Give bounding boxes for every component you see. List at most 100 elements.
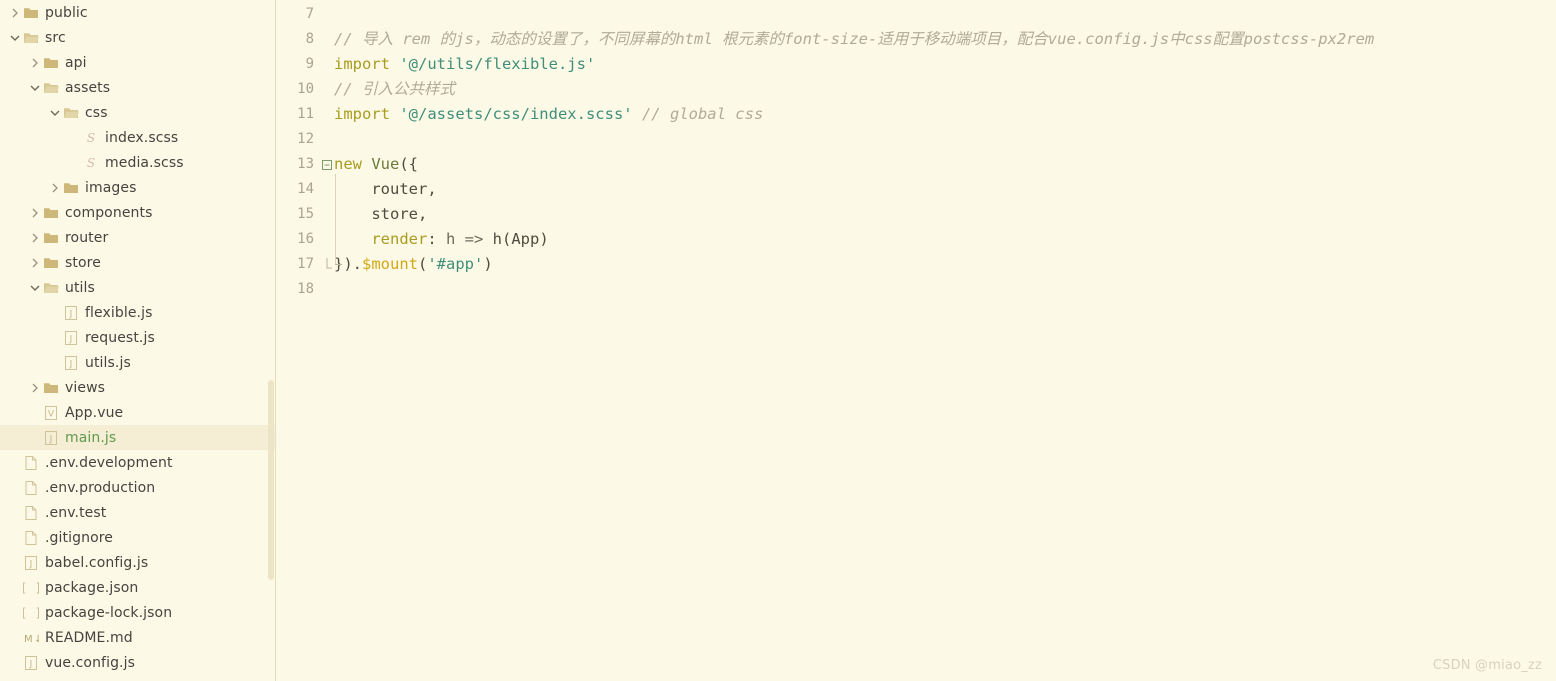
tree-item-package-json[interactable]: [ ] package.json (0, 575, 275, 600)
chevron-right-icon[interactable] (48, 175, 61, 200)
fold-gutter-empty (320, 77, 334, 102)
tree-item-label: components (65, 204, 153, 221)
sidebar-scrollbar-thumb[interactable] (268, 380, 274, 580)
folder-open-icon (41, 275, 60, 300)
tree-item-label: .env.test (45, 504, 107, 521)
code-token: new (334, 155, 372, 173)
tree-item-request-js[interactable]: Jrequest.js (0, 325, 275, 350)
code-token: render (371, 230, 428, 248)
code-line-text: render: h => h(App) (334, 227, 548, 252)
chevron-down-icon[interactable] (28, 75, 41, 100)
folder-open-icon (61, 100, 80, 125)
code-line[interactable]: 15 store, (276, 202, 1556, 227)
chevron-right-icon[interactable] (28, 225, 41, 250)
chevron-right-icon[interactable] (28, 250, 41, 275)
chevron-down-icon[interactable] (28, 275, 41, 300)
tree-item-env-development[interactable]: .env.development (0, 450, 275, 475)
chevron-right-icon[interactable] (28, 200, 41, 225)
svg-text:J: J (68, 359, 72, 369)
folder-open-icon (41, 75, 60, 100)
chevron-down-icon[interactable] (48, 100, 61, 125)
js-file-icon: J (41, 425, 60, 450)
fold-gutter-empty (320, 52, 334, 77)
fold-gutter-empty (320, 202, 334, 227)
tree-item-label: api (65, 54, 87, 71)
tree-item-label: .env.development (45, 454, 173, 471)
svg-text:J: J (28, 559, 32, 569)
chevron-right-icon[interactable] (28, 375, 41, 400)
fold-gutter-empty (320, 227, 334, 252)
code-line[interactable]: 14 router, (276, 177, 1556, 202)
tree-item-index-scss[interactable]: Sindex.scss (0, 125, 275, 150)
code-line[interactable]: 11 import '@/assets/css/index.scss' // gl… (276, 102, 1556, 127)
tree-item-components[interactable]: components (0, 200, 275, 225)
tree-item-flexible-js[interactable]: Jflexible.js (0, 300, 275, 325)
tree-item-label: utils (65, 279, 95, 296)
js-file-icon: J (61, 300, 80, 325)
code-line[interactable]: 17}).$mount('#app') (276, 252, 1556, 277)
tree-item-env-production[interactable]: .env.production (0, 475, 275, 500)
tree-item-gitignore[interactable]: .gitignore (0, 525, 275, 550)
tree-item-vue-config-js[interactable]: Jvue.config.js (0, 650, 275, 675)
code-lines-container[interactable]: 7 8 // 导入 rem 的js，动态的设置了，不同屏幕的html 根元素的fon… (276, 0, 1556, 302)
code-line[interactable]: 7 (276, 2, 1556, 27)
json-file-icon: [ ] (21, 600, 40, 625)
svg-text:J: J (68, 309, 72, 319)
code-fold-tail (335, 264, 342, 265)
code-line[interactable]: 13 new Vue({ (276, 152, 1556, 177)
tree-item-app-vue[interactable]: V App.vue (0, 400, 275, 425)
csdn-watermark: CSDN @miao_zz (1432, 658, 1542, 673)
folder-open-icon (21, 25, 40, 50)
tree-item-label: request.js (85, 329, 155, 346)
svg-text:J: J (68, 334, 72, 344)
fold-collapse-icon[interactable] (320, 152, 334, 177)
tree-item-readme-md[interactable]: M↓ README.md (0, 625, 275, 650)
tree-item-views[interactable]: views (0, 375, 275, 400)
project-file-tree-panel[interactable]: public src api assets css Sindex.scss Smedia.s… (0, 0, 276, 681)
code-line[interactable]: 12 (276, 127, 1556, 152)
code-line[interactable]: 16 render: h => h(App) (276, 227, 1556, 252)
code-line[interactable]: 10 // 引入公共样式 (276, 77, 1556, 102)
tree-item-media-scss[interactable]: Smedia.scss (0, 150, 275, 175)
tree-item-utils-js[interactable]: Jutils.js (0, 350, 275, 375)
tree-item-utils[interactable]: utils (0, 275, 275, 300)
tree-item-store[interactable]: store (0, 250, 275, 275)
tree-item-package-lock-json[interactable]: [ ] package-lock.json (0, 600, 275, 625)
svg-text:M: M (24, 634, 33, 645)
tree-item-env-test[interactable]: .env.test (0, 500, 275, 525)
code-line[interactable]: 8 // 导入 rem 的js，动态的设置了，不同屏幕的html 根元素的font… (276, 27, 1556, 52)
fold-end-marker (320, 252, 334, 277)
chevron-right-icon[interactable] (8, 0, 21, 25)
tree-item-router[interactable]: router (0, 225, 275, 250)
code-token: h (446, 230, 465, 248)
fold-gutter-empty (320, 2, 334, 27)
tree-item-public[interactable]: public (0, 0, 275, 25)
tree-item-api[interactable]: api (0, 50, 275, 75)
vue-file-icon: V (41, 400, 60, 425)
fold-gutter-empty (320, 27, 334, 52)
tree-item-label: babel.config.js (45, 554, 149, 571)
code-line[interactable]: 18 (276, 277, 1556, 302)
file-tree[interactable]: public src api assets css Sindex.scss Smedia.s… (0, 0, 275, 675)
tree-item-images[interactable]: images (0, 175, 275, 200)
folder-icon (41, 375, 60, 400)
tree-item-assets[interactable]: assets (0, 75, 275, 100)
tree-item-main-js[interactable]: Jmain.js (0, 425, 275, 450)
line-number: 11 (297, 106, 314, 122)
svg-text:[ ]: [ ] (23, 606, 39, 620)
code-editor-pane[interactable]: 7 8 // 导入 rem 的js，动态的设置了，不同屏幕的html 根元素的fon… (276, 0, 1556, 681)
code-token: Vue (371, 155, 400, 173)
code-line[interactable]: 9 import '@/utils/flexible.js' (276, 52, 1556, 77)
chevron-right-icon[interactable] (28, 50, 41, 75)
tree-item-babel-config-js[interactable]: Jbabel.config.js (0, 550, 275, 575)
folder-icon (41, 225, 60, 250)
fold-gutter-empty (320, 277, 334, 302)
tree-item-label: index.scss (105, 129, 179, 146)
tree-item-src[interactable]: src (0, 25, 275, 50)
chevron-down-icon[interactable] (8, 25, 21, 50)
json-file-icon: [ ] (21, 575, 40, 600)
sidebar-scrollbar-track[interactable] (266, 0, 275, 681)
plain-file-icon (21, 525, 40, 550)
tree-item-css[interactable]: css (0, 100, 275, 125)
